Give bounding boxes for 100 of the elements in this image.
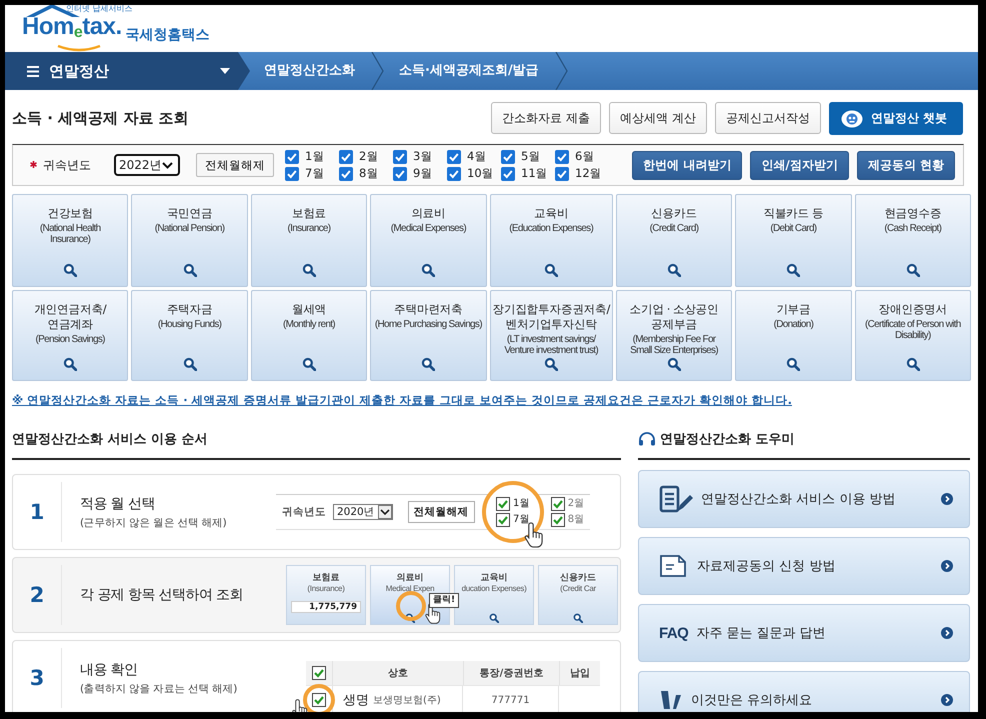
help-link-label: 이것만은 유의하세요 (691, 692, 814, 709)
search-icon (667, 357, 682, 371)
action-button[interactable]: 간소화자료 제출 (491, 102, 601, 134)
month-label: 8월 (568, 513, 584, 527)
menu-dropdown[interactable]: 연말정산 (5, 52, 250, 90)
category-tile[interactable]: 직불카드 등 (Debit Card) (735, 194, 852, 287)
category-english-name: (Home Purchasing Savings) (374, 319, 482, 330)
arrow-right-circle-icon (941, 493, 953, 505)
search-icon (786, 263, 800, 277)
checkbox[interactable] (496, 513, 510, 527)
checkbox[interactable] (555, 150, 569, 164)
logo-wordmark[interactable]: Hom$_{e}$tax. (22, 14, 122, 46)
category-name: 건강보험 (47, 206, 93, 221)
column-header: 상호 (333, 661, 464, 685)
action-button[interactable]: 인쇄/점자받기 (750, 150, 849, 180)
action-button[interactable]: 제공동의 현황 (856, 150, 955, 180)
column-header: 납입 (569, 667, 591, 681)
search-icon (63, 263, 78, 277)
category-english-name: Medical Expen (386, 584, 434, 593)
section-title: 연말정산간소화 서비스 이용 순서 (12, 430, 621, 460)
logo-tagline: 인터넷 납세서비스 (66, 5, 133, 13)
category-name: 주택마련저축 (394, 302, 463, 317)
category-tile[interactable]: 월세액 (Monthly rent) (250, 290, 368, 381)
action-button[interactable]: 공제신고서작성 (714, 102, 821, 134)
checkbox[interactable] (550, 497, 565, 511)
checkbox[interactable] (501, 166, 515, 180)
category-name: 개인연금저축/ 연금계좌 (34, 302, 106, 332)
chevron-down-icon (378, 505, 392, 519)
category-tile[interactable]: 기부금 (Donation) (735, 290, 852, 381)
checkbox[interactable] (501, 150, 515, 164)
menu-icon (27, 66, 39, 76)
category-tile[interactable]: 주택자금 (Housing Funds) (131, 290, 248, 381)
category-tile[interactable]: 장애인증명서 (Certificate of Person with Disability) (854, 290, 971, 381)
help-link[interactable]: 이것만은 유의하세요 (638, 671, 970, 712)
category-tile[interactable]: 교육비 (Education Expenses) (490, 194, 613, 287)
breadcrumb-link[interactable]: 소득·세액공제조회/발급 (385, 52, 555, 90)
checkbox[interactable] (447, 166, 461, 180)
tooltip: 클릭! (429, 593, 460, 608)
checkbox[interactable] (312, 666, 326, 680)
checkbox[interactable] (312, 693, 326, 707)
help-link[interactable]: 연말정산간소화 서비스 이용 방법 (638, 470, 970, 528)
robot-icon (840, 110, 863, 128)
notice-link[interactable]: ※ 연말정산간소화 자료는 소득 · 세액공제 증명서류 발급기관이 제출한 자료를 그대로 보여주는 것이므로 공제요건은 근로자가 확인해야 합니다. (12, 393, 978, 408)
checkbox[interactable] (339, 150, 353, 164)
search-icon (421, 357, 436, 371)
document-pencil-icon (659, 485, 693, 513)
year-label: 귀속년도 (282, 505, 326, 519)
chatbot-button[interactable]: 연말정산 챗봇 (828, 102, 963, 135)
category-tile[interactable]: 장기집합투자증권저축/ 벤처기업투자신탁 (LT investment savings/ Venture investment trust) (490, 290, 613, 381)
checkbox[interactable] (555, 166, 569, 180)
category-english-name: (Cash Receipt) (884, 223, 942, 234)
month-label: 3월 (413, 149, 432, 164)
category-tile[interactable]: 보험료 (Insurance) (250, 194, 368, 287)
section-title: 연말정산간소화 도우미 (660, 431, 795, 448)
breadcrumb-link[interactable]: 연말정산간소화 (250, 52, 371, 90)
category-tile[interactable]: 주택마련저축 (Home Purchasing Savings) (370, 290, 487, 381)
checkbox[interactable] (447, 150, 461, 164)
category-tile[interactable]: 개인연금저축/ 연금계좌 (Pension Savings) (12, 290, 128, 381)
month-label: 2월 (359, 149, 378, 164)
checkbox[interactable] (496, 497, 510, 511)
arrow-right-circle-icon (941, 560, 953, 572)
category-name: 직불카드 등 (763, 206, 824, 221)
help-link[interactable]: FAQ 자주 묻는 질문과 답변 (638, 604, 970, 662)
clear-months-button[interactable]: 전체월해제 (196, 153, 274, 177)
category-tile[interactable]: 의료비 (Medical Expenses) (370, 194, 487, 287)
column-header: 통장/증권번호 (464, 661, 560, 685)
help-link-label: 연말정산간소화 서비스 이용 방법 (701, 491, 896, 508)
category-english-name: (Insurance) (288, 223, 330, 234)
year-select[interactable]: 2022년 (114, 154, 180, 176)
category-tile[interactable]: 현금영수증 (Cash Receipt) (854, 194, 971, 287)
category-tile[interactable]: 신용카드 (Credit Card) (616, 194, 732, 287)
help-link[interactable]: 자료제공동의 신청 방법 (638, 537, 970, 595)
category-tile[interactable]: 소기업 · 소상공인 공제부금 (Membership Fee For Small Size Enterprises) (616, 290, 732, 381)
category-name: 교육비 (480, 572, 508, 584)
action-button[interactable]: 한번에 내려받기 (632, 150, 742, 180)
caret-icon (220, 68, 230, 74)
table-cell-text: 보생명보험(주) (373, 694, 441, 707)
search-icon (906, 357, 920, 371)
checkbox[interactable] (550, 513, 565, 527)
table-cell: 777771 (463, 686, 559, 712)
checkbox[interactable] (285, 150, 299, 164)
step-number: 1 (13, 482, 62, 542)
category-tile[interactable]: 건강보험 (National Health Insurance) (12, 194, 128, 287)
action-button[interactable]: 예상세액 계산 (608, 102, 707, 134)
step-title: 각 공제 항목 선택하여 조회 (80, 586, 244, 604)
checkbox[interactable] (393, 166, 407, 180)
category-english-name: (Debit Card) (770, 223, 816, 234)
step-number: 3 (13, 648, 62, 708)
category-tile[interactable]: 국민연금 (National Pension) (131, 194, 248, 287)
category-english-name: (National Pension) (154, 223, 224, 234)
step-note: (출력하지 않을 자료는 선택 해제) (80, 682, 238, 696)
checkbox[interactable] (285, 166, 299, 180)
year-label: 귀속년도 (43, 156, 91, 174)
category-name: 국민연금 (166, 206, 212, 221)
category-english-name: (Education Expenses) (509, 223, 594, 234)
checkbox[interactable] (393, 150, 407, 164)
page-title: 소득 · 세액공제 자료 조회 (12, 109, 189, 128)
smile-swoosh-icon (56, 44, 102, 52)
checkbox[interactable] (339, 166, 353, 180)
breadcrumb-separator (554, 52, 569, 90)
